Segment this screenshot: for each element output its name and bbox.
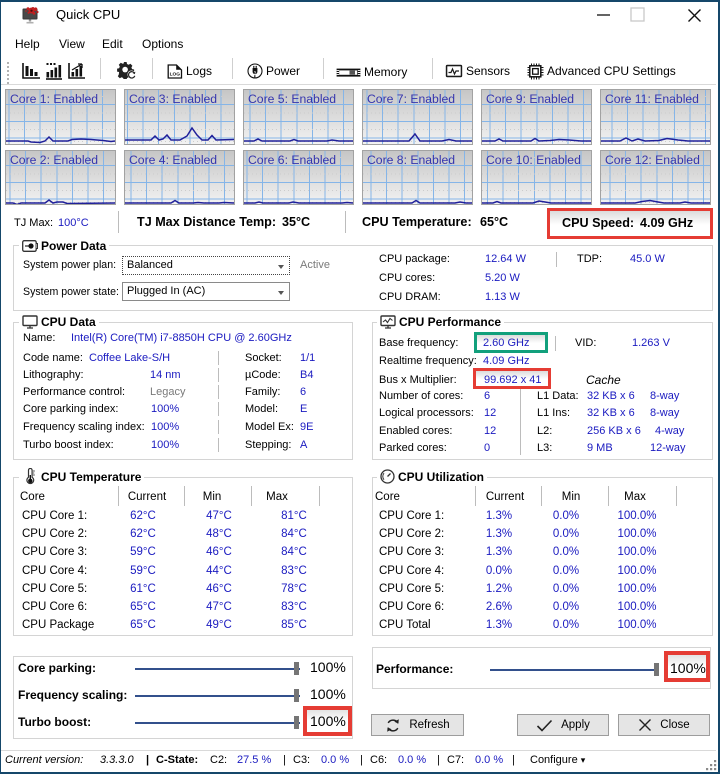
svg-text:LOG: LOG	[170, 71, 181, 77]
